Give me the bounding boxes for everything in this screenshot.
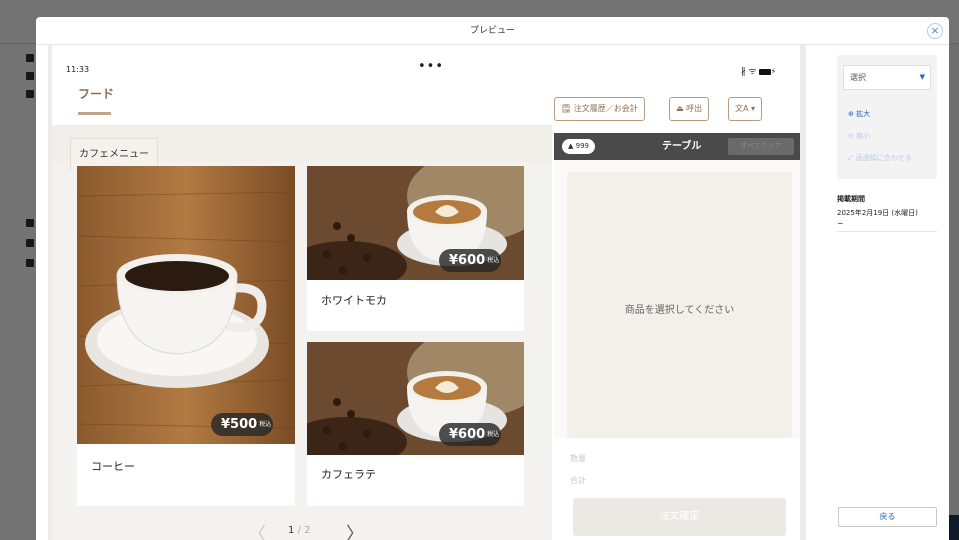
modal-title: プレビュー [469,26,515,36]
status-dots: ••• [418,59,445,74]
tax-label: 税込 [487,257,500,264]
tax-label: 税込 [259,421,272,428]
price-badge: ¥600 税込 [439,249,502,272]
pager-current: 1 [288,525,295,536]
menu-item-name: カフェラテ [321,468,376,481]
order-history-label: 注文履歴／お会計 [573,104,638,113]
coffee-image [77,166,295,444]
pager-prev-button[interactable]: 〈 [248,520,266,540]
fit-width-button[interactable]: ⤢ 画面幅に合わせる [848,153,912,163]
zoom-in-button[interactable]: ⊕ 拡大 [848,109,870,119]
device-select-value: 選択 [850,73,866,82]
divider [837,231,937,232]
period-end: ~ [837,219,844,228]
price-badge: ¥600 税込 [439,423,502,446]
bluetooth-wifi-icon: ∦ ᯤ [741,67,757,77]
pager-next-button[interactable]: 〉 [346,520,364,540]
status-icons: ∦ ᯤ ⚡ [741,64,776,77]
preview-modal: プレビュー × 11:33 ••• ∦ ᯤ ⚡ フード カフェメニュー ¥500… [36,17,949,540]
menu-card-white-mocha[interactable]: ¥600 税込 ホワイトモカ [307,166,524,331]
confirm-order-button[interactable]: 注文確定 [573,498,786,536]
zoom-in-icon: ⊕ [848,110,857,118]
receipt-icon: 🗒 [561,104,574,113]
table-bar: ▲ 999 テーブル すべてクリア [554,133,800,160]
device-bezel-right [800,45,806,540]
price-value: ¥500 [221,417,258,432]
menu-card-cafe-latte[interactable]: ¥600 税込 カフェラテ [307,342,524,506]
bell-icon: ⏏ [676,104,687,113]
language-icon: 文A [735,104,749,113]
seat-count: 999 [575,142,589,150]
call-staff-label: 呼出 [686,104,703,113]
charging-icon: ⚡ [770,67,777,76]
fit-width-label: 画面幅に合わせる [855,154,912,162]
zoom-out-button[interactable]: ⊖ 縮小 [848,131,870,141]
chevron-down-icon: ▾ [751,104,756,113]
price-value: ¥600 [449,427,486,442]
battery-icon [758,68,771,75]
fit-width-icon: ⤢ [848,154,856,162]
back-button[interactable]: 戻る [838,507,937,527]
period-label: 掲載期間 [837,195,865,203]
pager-indicator: 1 / 2 [288,525,311,536]
chevron-down-icon: ▼ [919,73,925,81]
period-value: 2025年2月19日 (水曜日) [837,209,918,217]
seat-count-badge: ▲ 999 [562,139,595,154]
tab-food-indicator [78,112,111,115]
close-button[interactable]: × [927,23,943,39]
price-value: ¥600 [449,253,486,268]
price-badge: ¥500 税込 [211,413,274,436]
total-label: 合計 [570,476,586,485]
menu-item-name: ホワイトモカ [321,294,387,307]
zoom-out-icon: ⊖ [848,132,857,140]
call-staff-button[interactable]: ⏏ 呼出 [669,97,710,121]
zoom-out-label: 縮小 [856,132,871,140]
zoom-in-label: 拡大 [856,110,871,118]
modal-header: プレビュー × [36,17,949,45]
tab-food[interactable]: フード [78,85,114,102]
pager-separator: / [297,525,301,536]
clear-all-button[interactable]: すべてクリア [728,138,794,155]
menu-item-name: コーヒー [91,460,135,473]
device-select[interactable]: 選択 ▼ [843,65,931,90]
person-icon: ▲ [568,142,576,150]
language-button[interactable]: 文A ▾ [728,97,763,121]
table-title: テーブル [662,141,702,152]
menu-card-coffee[interactable]: ¥500 税込 コーヒー [77,166,295,506]
quantity-label: 数量 [570,454,586,463]
order-history-button[interactable]: 🗒 注文履歴／お会計 [554,97,645,121]
order-empty-message: 商品を選択してください [624,305,735,316]
pager-total: 2 [304,525,311,536]
pagination: 〈 1 / 2 〉 [248,522,378,540]
tax-label: 税込 [487,431,500,438]
device-preview: 11:33 ••• ∦ ᯤ ⚡ フード カフェメニュー ¥500 税込 コーヒー… [48,45,806,540]
status-time: 11:33 [66,65,90,74]
